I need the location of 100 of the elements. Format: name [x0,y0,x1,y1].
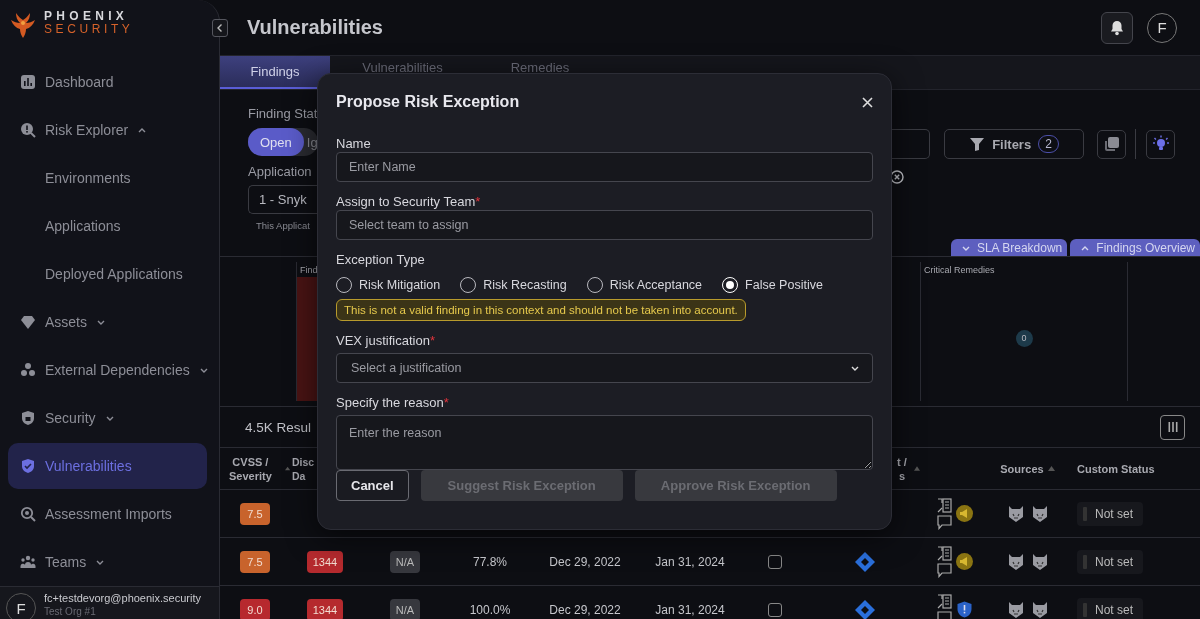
filters-button[interactable]: Filters 2 [944,129,1084,159]
reason-input[interactable]: Enter the reason [336,415,873,470]
people-icon [20,554,36,570]
sidebar-item[interactable]: Dashboard [0,58,219,106]
bell-icon [1109,19,1125,36]
date-text: Jan 31, 2024 [655,554,725,569]
cat-shield-icon [1007,504,1024,523]
organization-name: Test Org #1 [44,605,97,619]
document-link-icon [937,593,952,609]
field-label: Exception Type [336,252,425,268]
sidebar-subitem[interactable]: Applications [0,202,219,250]
tab[interactable]: Findings [220,56,330,89]
sidebar-item[interactable]: External Dependencies [0,346,219,394]
status-tag[interactable]: Not set [1077,501,1143,526]
comment-icon [937,514,952,530]
percentage-text: 77.8% [473,554,507,569]
sidebar-item[interactable]: Assets [0,298,219,346]
hint-text: This Applicat [255,220,310,231]
lightbulb-button[interactable] [1146,129,1175,159]
sidebar-subitem[interactable]: Environments [0,154,219,202]
megaphone-icon [956,553,973,570]
field-label: VEX justification* [336,333,435,349]
radio-label[interactable]: Risk Mitigation [359,278,441,292]
score-badge: 1344 [306,550,344,573]
cat-shield-icon [1031,504,1048,523]
sidebar-item[interactable]: Risk Explorer [0,106,219,154]
page-title: Vulnerabilities [247,16,383,39]
radio-label[interactable]: Risk Acceptance [609,278,703,292]
brand-tagline: SECURITY [44,23,134,36]
columns-button[interactable] [1160,414,1185,440]
copy-button[interactable] [1097,129,1126,159]
status-badge: N/A [389,598,421,619]
cat-shield-icon [1031,600,1048,619]
sidebar-item-label: Teams [45,554,87,570]
shield-lock-icon [20,410,36,426]
status-toggle[interactable]: Open [248,128,304,156]
field-label: Finding Stat [248,106,318,121]
sidebar-item-label: External Dependencies [45,362,190,378]
chevron-left-icon [216,22,224,33]
sidebar-subitem[interactable]: Deployed Applications [0,250,219,298]
panel-toggle[interactable]: SLA Breakdown [950,239,1068,256]
column-header[interactable]: Sources [1000,461,1044,476]
sidebar-item[interactable]: Vulnerabilities [8,443,207,489]
cat-shield-icon [1007,552,1024,571]
field-label: Assign to Security Team* [336,194,481,210]
comment-icon [937,562,952,578]
sidebar-item[interactable]: Assessment Imports [0,490,219,538]
sidebar-item-label: Dashboard [45,74,114,90]
nodes-icon [20,362,36,378]
radio-label[interactable]: Risk Recasting [483,278,567,292]
date-text: Jan 31, 2024 [655,602,725,617]
status-tag[interactable]: Not set [1077,549,1143,574]
date-text: Dec 29, 2022 [549,554,621,569]
name-input[interactable]: Enter Name [336,152,873,182]
panel-toggle[interactable]: Findings Overview [1070,239,1200,256]
info-note: This is not a valid finding in this context and should not be taken into account. [336,299,746,321]
sidebar-item-label: Risk Explorer [45,122,129,138]
diamond-icon[interactable] [854,598,876,619]
columns-icon [1166,421,1179,433]
justification-select[interactable]: Select a justification [336,353,873,383]
column-header[interactable]: CVSS / Severity [220,454,281,483]
sidebar-item[interactable]: Teams [0,538,219,586]
search-alert-icon [20,122,36,138]
search-target-icon [20,506,36,522]
date-text: Dec 29, 2022 [549,602,621,617]
percentage-text: 100.0% [469,602,511,617]
score-badge: 1344 [306,598,344,619]
column-header[interactable]: Custom Status [1077,461,1155,476]
close-icon [862,96,873,108]
field-label: Specify the reason* [336,395,449,411]
cvss-score: 9.0 [240,598,270,619]
collapse-sidebar-button[interactable] [212,18,228,37]
shield-check-icon [20,458,36,474]
cat-shield-icon [1007,600,1024,619]
sidebar-item-label: Security [45,410,96,426]
copy-icon [1103,136,1120,152]
status-badge: N/A [389,550,421,573]
bar-chart-icon [20,74,36,90]
diamond-icon[interactable] [854,550,876,573]
status-tag[interactable]: Not set [1077,597,1143,619]
megaphone-icon [956,505,973,522]
row-checkbox[interactable] [768,554,782,569]
notifications-button[interactable] [1101,11,1133,44]
dialog-title: Propose Risk Exception [336,93,520,111]
row-checkbox[interactable] [768,602,782,617]
shield-alert-icon [956,601,973,618]
brand-name: PHOENIX [44,10,130,23]
field-label: Application [248,164,312,179]
document-link-icon [937,497,952,513]
close-button[interactable] [862,96,873,108]
sidebar-item[interactable]: Security [0,394,219,442]
team-select[interactable]: Select team to assign [336,210,873,240]
column-header[interactable]: t / s [894,454,910,483]
sidebar-item-label: Assessment Imports [45,506,172,522]
cancel-button[interactable]: Cancel [336,470,409,501]
count-badge: 0 [1015,329,1033,347]
chart-title: Find [299,264,319,275]
radio-label[interactable]: False Positive [745,278,823,292]
gem-icon [20,314,36,330]
lightbulb-icon [1151,135,1170,153]
